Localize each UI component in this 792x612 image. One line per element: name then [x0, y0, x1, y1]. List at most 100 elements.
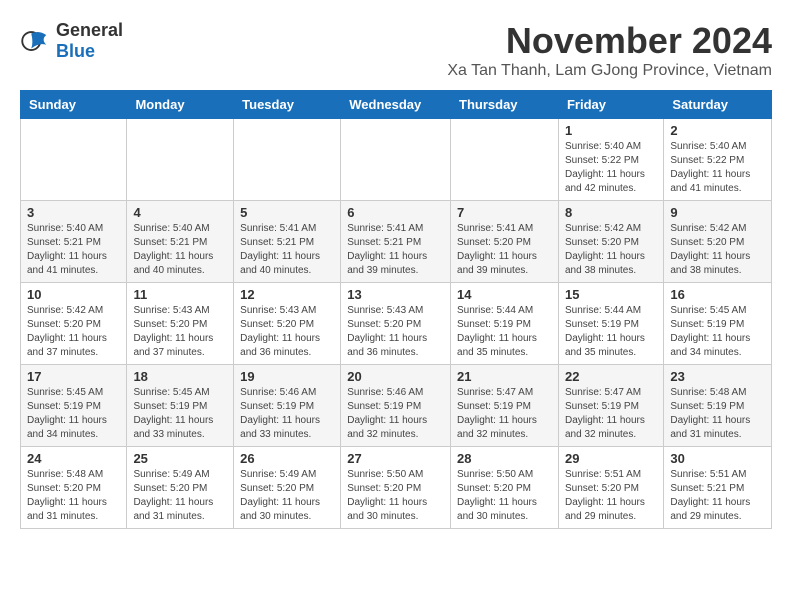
- day-number: 23: [670, 369, 765, 384]
- day-number: 5: [240, 205, 334, 220]
- calendar-cell: 10Sunrise: 5:42 AM Sunset: 5:20 PM Dayli…: [21, 283, 127, 365]
- page-header: General Blue November 2024 Xa Tan Thanh,…: [0, 0, 792, 90]
- location-subtitle: Xa Tan Thanh, Lam GJong Province, Vietna…: [447, 62, 772, 80]
- day-number: 12: [240, 287, 334, 302]
- calendar-header-row: SundayMondayTuesdayWednesdayThursdayFrid…: [21, 91, 772, 119]
- day-info: Sunrise: 5:44 AM Sunset: 5:19 PM Dayligh…: [457, 304, 552, 360]
- day-number: 26: [240, 451, 334, 466]
- calendar-cell: 19 Sunrise: 5:46 AM Sunset: 5:19 PM Dayli…: [234, 365, 341, 447]
- day-number: 7: [457, 205, 552, 220]
- calendar-cell: [127, 119, 234, 201]
- calendar-cell: 9 Sunrise: 5:42 AM Sunset: 5:20 PM Daylig…: [664, 201, 772, 283]
- day-number: 21: [457, 369, 552, 384]
- calendar-cell: 24Sunrise: 5:48 AM Sunset: 5:20 PM Dayli…: [21, 447, 127, 529]
- calendar-header-saturday: Saturday: [664, 91, 772, 119]
- calendar-cell: [341, 119, 451, 201]
- calendar-week-row: 1 Sunrise: 5:40 AM Sunset: 5:22 PM Daylig…: [21, 119, 772, 201]
- calendar-cell: 11 Sunrise: 5:43 AM Sunset: 5:20 PM Dayli…: [127, 283, 234, 365]
- day-number: 25: [133, 451, 227, 466]
- day-number: 24: [27, 451, 120, 466]
- calendar-week-row: 24Sunrise: 5:48 AM Sunset: 5:20 PM Dayli…: [21, 447, 772, 529]
- calendar-wrapper: SundayMondayTuesdayWednesdayThursdayFrid…: [0, 90, 792, 539]
- calendar-cell: 21 Sunrise: 5:47 AM Sunset: 5:19 PM Dayli…: [451, 365, 559, 447]
- calendar-header-tuesday: Tuesday: [234, 91, 341, 119]
- calendar-cell: 29 Sunrise: 5:51 AM Sunset: 5:20 PM Dayli…: [558, 447, 663, 529]
- calendar-cell: 26 Sunrise: 5:49 AM Sunset: 5:20 PM Dayli…: [234, 447, 341, 529]
- day-info: Sunrise: 5:51 AM Sunset: 5:21 PM Dayligh…: [670, 468, 765, 524]
- calendar-cell: 14Sunrise: 5:44 AM Sunset: 5:19 PM Dayli…: [451, 283, 559, 365]
- day-info: Sunrise: 5:47 AM Sunset: 5:19 PM Dayligh…: [565, 386, 657, 442]
- calendar-cell: [234, 119, 341, 201]
- day-info: Sunrise: 5:42 AM Sunset: 5:20 PM Dayligh…: [670, 222, 765, 278]
- day-number: 8: [565, 205, 657, 220]
- day-number: 11: [133, 287, 227, 302]
- calendar-cell: 23Sunrise: 5:48 AM Sunset: 5:19 PM Dayli…: [664, 365, 772, 447]
- day-info: Sunrise: 5:50 AM Sunset: 5:20 PM Dayligh…: [457, 468, 552, 524]
- calendar-cell: 25 Sunrise: 5:49 AM Sunset: 5:20 PM Dayli…: [127, 447, 234, 529]
- day-number: 29: [565, 451, 657, 466]
- day-info: Sunrise: 5:43 AM Sunset: 5:20 PM Dayligh…: [133, 304, 227, 360]
- calendar-header-thursday: Thursday: [451, 91, 559, 119]
- day-info: Sunrise: 5:43 AM Sunset: 5:20 PM Dayligh…: [347, 304, 444, 360]
- day-info: Sunrise: 5:41 AM Sunset: 5:21 PM Dayligh…: [347, 222, 444, 278]
- logo-text: General Blue: [56, 20, 123, 62]
- calendar-cell: 2Sunrise: 5:40 AM Sunset: 5:22 PM Daylig…: [664, 119, 772, 201]
- day-number: 6: [347, 205, 444, 220]
- day-number: 1: [565, 123, 657, 138]
- day-info: Sunrise: 5:45 AM Sunset: 5:19 PM Dayligh…: [27, 386, 120, 442]
- month-title: November 2024: [447, 20, 772, 62]
- day-info: Sunrise: 5:42 AM Sunset: 5:20 PM Dayligh…: [565, 222, 657, 278]
- day-info: Sunrise: 5:51 AM Sunset: 5:20 PM Dayligh…: [565, 468, 657, 524]
- day-number: 13: [347, 287, 444, 302]
- calendar-header-sunday: Sunday: [21, 91, 127, 119]
- calendar-cell: 8 Sunrise: 5:42 AM Sunset: 5:20 PM Daylig…: [558, 201, 663, 283]
- day-number: 28: [457, 451, 552, 466]
- day-number: 15: [565, 287, 657, 302]
- calendar-cell: 3Sunrise: 5:40 AM Sunset: 5:21 PM Daylig…: [21, 201, 127, 283]
- calendar-cell: 7 Sunrise: 5:41 AM Sunset: 5:20 PM Daylig…: [451, 201, 559, 283]
- day-number: 19: [240, 369, 334, 384]
- day-number: 20: [347, 369, 444, 384]
- calendar-cell: 13 Sunrise: 5:43 AM Sunset: 5:20 PM Dayli…: [341, 283, 451, 365]
- calendar-week-row: 3 Sunrise: 5:40 AM Sunset: 5:21 PM Daylig…: [21, 201, 772, 283]
- calendar-cell: 30 Sunrise: 5:51 AM Sunset: 5:21 PM Dayli…: [664, 447, 772, 529]
- calendar-cell: 28 Sunrise: 5:50 AM Sunset: 5:20 PM Dayli…: [451, 447, 559, 529]
- day-number: 30: [670, 451, 765, 466]
- calendar-table: SundayMondayTuesdayWednesdayThursdayFrid…: [20, 90, 772, 529]
- logo-blue: Blue: [56, 41, 123, 62]
- day-info: Sunrise: 5:44 AM Sunset: 5:19 PM Dayligh…: [565, 304, 657, 360]
- calendar-cell: 27Sunrise: 5:50 AM Sunset: 5:20 PM Dayli…: [341, 447, 451, 529]
- day-number: 18: [133, 369, 227, 384]
- calendar-header-wednesday: Wednesday: [341, 91, 451, 119]
- day-info: Sunrise: 5:49 AM Sunset: 5:20 PM Dayligh…: [133, 468, 227, 524]
- day-info: Sunrise: 5:40 AM Sunset: 5:22 PM Dayligh…: [670, 140, 765, 196]
- calendar-cell: 15 Sunrise: 5:44 AM Sunset: 5:19 PM Dayli…: [558, 283, 663, 365]
- day-number: 3: [27, 205, 120, 220]
- calendar-cell: 5 Sunrise: 5:41 AM Sunset: 5:21 PM Daylig…: [234, 201, 341, 283]
- calendar-cell: 22 Sunrise: 5:47 AM Sunset: 5:19 PM Dayli…: [558, 365, 663, 447]
- day-number: 9: [670, 205, 765, 220]
- calendar-cell: [21, 119, 127, 201]
- day-number: 10: [27, 287, 120, 302]
- day-info: Sunrise: 5:46 AM Sunset: 5:19 PM Dayligh…: [347, 386, 444, 442]
- calendar-week-row: 10Sunrise: 5:42 AM Sunset: 5:20 PM Dayli…: [21, 283, 772, 365]
- calendar-header-friday: Friday: [558, 91, 663, 119]
- day-info: Sunrise: 5:47 AM Sunset: 5:19 PM Dayligh…: [457, 386, 552, 442]
- calendar-header-monday: Monday: [127, 91, 234, 119]
- day-info: Sunrise: 5:41 AM Sunset: 5:20 PM Dayligh…: [457, 222, 552, 278]
- calendar-cell: 1Sunrise: 5:40 AM Sunset: 5:22 PM Daylig…: [558, 119, 663, 201]
- day-number: 22: [565, 369, 657, 384]
- day-info: Sunrise: 5:49 AM Sunset: 5:20 PM Dayligh…: [240, 468, 334, 524]
- day-number: 16: [670, 287, 765, 302]
- logo-icon: [20, 26, 50, 56]
- day-info: Sunrise: 5:40 AM Sunset: 5:21 PM Dayligh…: [133, 222, 227, 278]
- day-number: 4: [133, 205, 227, 220]
- day-info: Sunrise: 5:41 AM Sunset: 5:21 PM Dayligh…: [240, 222, 334, 278]
- day-info: Sunrise: 5:43 AM Sunset: 5:20 PM Dayligh…: [240, 304, 334, 360]
- calendar-cell: 20 Sunrise: 5:46 AM Sunset: 5:19 PM Dayli…: [341, 365, 451, 447]
- day-info: Sunrise: 5:46 AM Sunset: 5:19 PM Dayligh…: [240, 386, 334, 442]
- calendar-cell: 4 Sunrise: 5:40 AM Sunset: 5:21 PM Daylig…: [127, 201, 234, 283]
- logo: General Blue: [20, 20, 123, 62]
- day-info: Sunrise: 5:45 AM Sunset: 5:19 PM Dayligh…: [670, 304, 765, 360]
- logo-general: General: [56, 20, 123, 41]
